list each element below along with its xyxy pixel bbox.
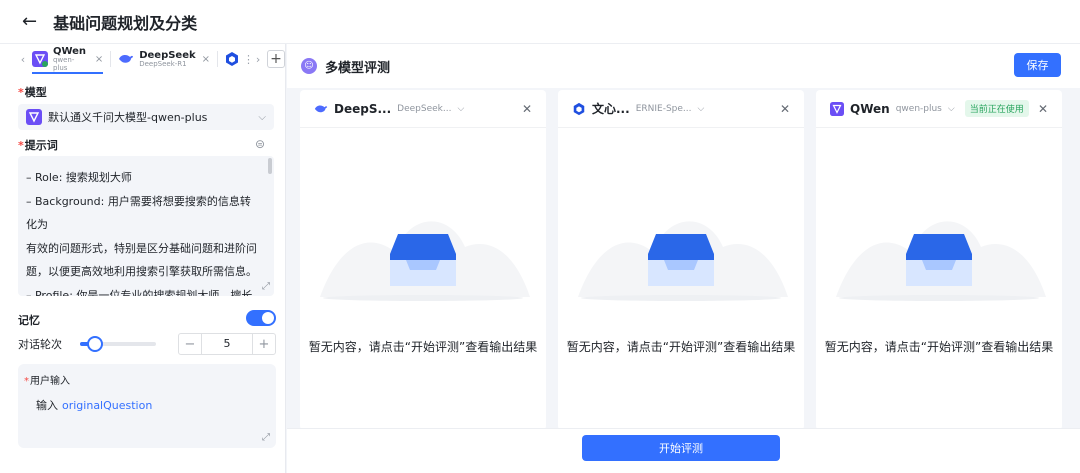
deepseek-icon <box>119 54 134 63</box>
empty-state-text: 暂无内容，请点击“开始评测”查看输出结果 <box>566 340 796 354</box>
expand-icon[interactable]: ⤢ <box>262 432 270 443</box>
user-input-label: *用户输入 <box>24 376 70 387</box>
model-label: *模型 <box>18 86 47 99</box>
column-model-select[interactable]: ERNIE-Spe... <box>636 104 692 114</box>
evaluation-title: 多模型评测 <box>325 60 391 76</box>
model-column: 文心... ERNIE-Spe... ⌵ ✕ 暂无内容，请点击“开始评测”查看输… <box>558 90 804 430</box>
model-select-value: 默认通义千问大模型-qwen-plus <box>48 111 208 124</box>
page-title: 基础问题规划及分类 <box>53 13 198 33</box>
empty-inbox-icon <box>578 221 788 301</box>
prompt-line: 题，以便更高效地利用搜索引擎获取所需信息。 <box>26 265 257 278</box>
column-model-select[interactable]: DeepSeek... <box>397 104 451 114</box>
scrollbar[interactable] <box>268 158 272 174</box>
chevron-down-icon[interactable]: ⌵ <box>948 104 955 114</box>
user-input-value: 输入 originalQuestion <box>36 399 153 412</box>
start-evaluation-button[interactable]: 开始评测 <box>582 435 780 461</box>
evaluation-area: ☺ 多模型评测 保存 DeepS... DeepSeek... ⌵ ✕ 暂无内容… <box>287 44 1080 473</box>
user-input-box[interactable]: *用户输入 输入 originalQuestion ⤢ <box>18 364 276 448</box>
save-button[interactable]: 保存 <box>1014 53 1061 77</box>
close-icon[interactable]: ✕ <box>1038 102 1048 116</box>
chevron-down-icon[interactable]: ⌵ <box>457 104 464 114</box>
optimize-icon[interactable]: ⊜ <box>255 137 265 151</box>
ernie-icon <box>573 102 585 115</box>
empty-state-text: 暂无内容，请点击“开始评测”查看输出结果 <box>824 340 1054 354</box>
empty-inbox-icon <box>320 221 530 301</box>
prompt-line: 有效的问题形式，特别是区分基础问题和进阶问 <box>26 241 257 255</box>
chevron-down-icon[interactable]: ⌵ <box>698 104 705 114</box>
decrement-button[interactable]: − <box>179 337 201 352</box>
qwen-icon <box>26 109 42 125</box>
ernie-icon[interactable] <box>224 51 240 67</box>
turns-slider[interactable] <box>80 336 156 352</box>
turns-stepper: − 5 + <box>178 333 276 355</box>
model-column: DeepS... DeepSeek... ⌵ ✕ 暂无内容，请点击“开始评测”查… <box>300 90 546 430</box>
tab-divider <box>110 51 112 67</box>
bottom-bar: 开始评测 <box>287 428 1080 473</box>
tab-model: qwen-plus <box>52 55 75 72</box>
close-icon[interactable]: ✕ <box>780 102 790 116</box>
expand-icon[interactable]: ⤢ <box>262 281 270 292</box>
multi-model-icon: ☺ <box>301 58 317 74</box>
column-header: QWen qwen-plus ⌵ 当前正在使用 ✕ <box>816 90 1062 128</box>
prompt-label: *提示词 <box>18 139 58 152</box>
turns-label: 对话轮次 <box>18 338 62 351</box>
tab-name: DeepSeek <box>139 49 196 61</box>
tab-qwen[interactable]: QWen qwen-plus × <box>28 44 107 74</box>
top-bar: ← 基础问题规划及分类 <box>0 0 1080 44</box>
qwen-icon <box>31 51 48 67</box>
chevron-left-icon[interactable]: ‹ <box>18 53 28 66</box>
chevron-down-icon: ⌵ <box>258 111 266 123</box>
evaluation-header: ☺ 多模型评测 保存 <box>287 44 1080 88</box>
tab-model: DeepSeek-R1 <box>139 59 187 68</box>
config-panel: ‹ QWen qwen-plus × DeepSeek DeepSeek-R1 … <box>0 44 286 473</box>
chevron-right-icon[interactable]: › <box>253 53 263 66</box>
memory-label: 记忆 <box>18 314 40 327</box>
add-tab-button[interactable]: + <box>267 50 285 68</box>
prompt-line: – Role: 搜索规划大师 <box>26 171 132 184</box>
more-icon[interactable]: ⋮ <box>243 53 254 66</box>
column-model-select[interactable]: qwen-plus <box>896 104 942 114</box>
close-icon[interactable]: × <box>95 54 103 65</box>
arrow-left-icon[interactable]: ← <box>22 12 37 31</box>
memory-toggle[interactable] <box>246 310 276 326</box>
prompt-textarea[interactable]: – Role: 搜索规划大师 – Background: 用户需要将想要搜索的信… <box>18 156 274 296</box>
qwen-icon <box>830 101 844 116</box>
close-icon[interactable]: × <box>202 54 210 65</box>
column-header: 文心... ERNIE-Spe... ⌵ ✕ <box>558 90 804 128</box>
column-model-name: 文心... <box>592 102 630 116</box>
empty-state-text: 暂无内容，请点击“开始评测”查看输出结果 <box>308 340 538 354</box>
model-tabs: ‹ QWen qwen-plus × DeepSeek DeepSeek-R1 … <box>0 44 285 74</box>
tab-deepseek[interactable]: DeepSeek DeepSeek-R1 × <box>114 44 214 74</box>
column-header: DeepS... DeepSeek... ⌵ ✕ <box>300 90 546 128</box>
variable-tag: originalQuestion <box>62 399 153 412</box>
slider-handle[interactable] <box>87 336 104 352</box>
in-use-badge: 当前正在使用 <box>964 100 1029 117</box>
column-model-name: QWen <box>850 101 890 116</box>
prompt-line: – Profile: 你是一位专业的搜索规划大师，擅长将用 <box>26 288 253 297</box>
column-model-name: DeepS... <box>334 101 392 116</box>
deepseek-icon <box>314 104 328 112</box>
close-icon[interactable]: ✕ <box>522 102 532 116</box>
empty-inbox-icon <box>836 221 1046 301</box>
prompt-line: – Background: 用户需要将想要搜索的信息转化为 <box>26 194 251 232</box>
increment-button[interactable]: + <box>253 337 275 352</box>
model-column: QWen qwen-plus ⌵ 当前正在使用 ✕ 暂无内容，请点击“开始评测”… <box>816 90 1062 430</box>
turns-value[interactable]: 5 <box>201 334 253 354</box>
tab-divider <box>217 51 219 67</box>
model-select[interactable]: 默认通义千问大模型-qwen-plus ⌵ <box>18 104 274 130</box>
